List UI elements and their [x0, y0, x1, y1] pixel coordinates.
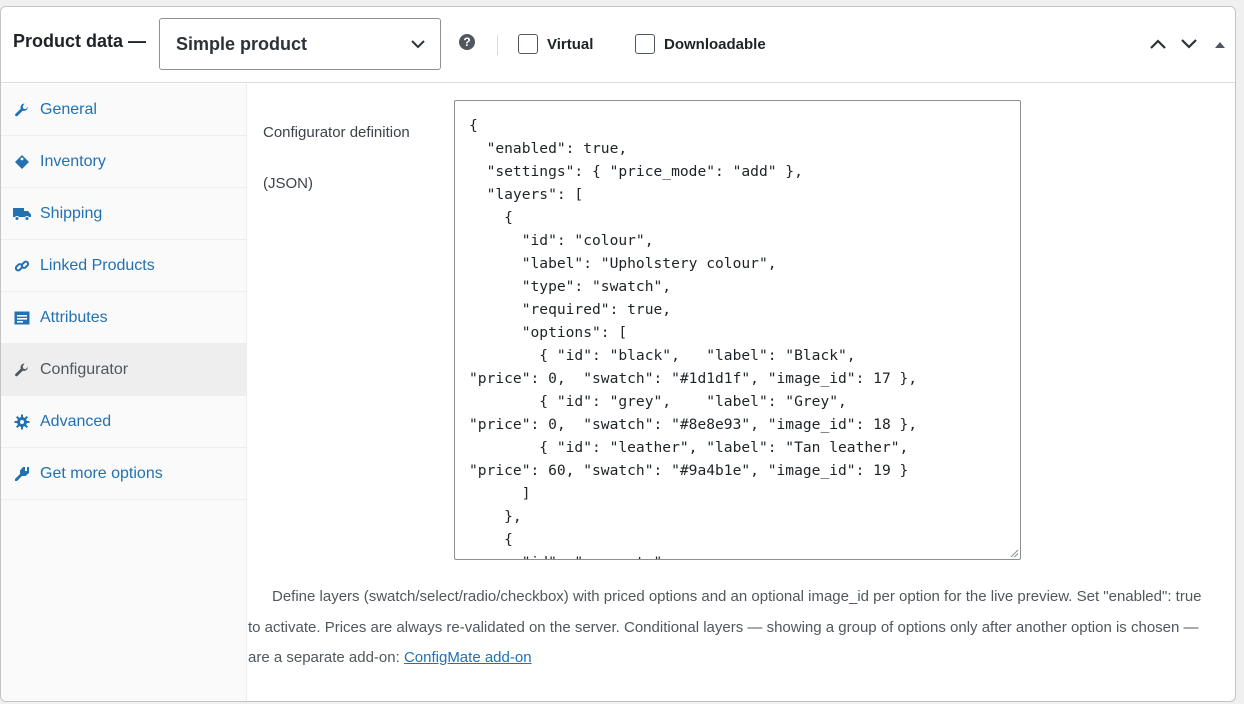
tab-linked-products[interactable]: Linked Products	[1, 240, 246, 292]
move-down-icon[interactable]	[1179, 37, 1199, 51]
tab-general[interactable]: General	[1, 84, 246, 136]
collapse-toggle-icon[interactable]	[1213, 40, 1227, 50]
product-data-tabs: General Inventory Shipping Linked Produc…	[1, 84, 247, 701]
panel-header: Product data — Simple product ? Virtual …	[1, 7, 1235, 83]
description-text: Define layers (swatch/select/radio/check…	[248, 588, 1202, 666]
product-data-panel: Product data — Simple product ? Virtual …	[0, 6, 1236, 702]
downloadable-checkbox[interactable]: Downloadable	[635, 33, 766, 55]
virtual-label: Virtual	[547, 35, 594, 53]
tab-advanced[interactable]: Advanced	[1, 396, 246, 448]
truck-icon	[13, 205, 31, 223]
configurator-field-label: Configurator definition	[263, 124, 410, 141]
downloadable-checkbox-box[interactable]	[635, 34, 655, 54]
virtual-checkbox[interactable]: Virtual	[518, 33, 593, 55]
configurator-panel: Configurator definition (JSON) { "enable…	[248, 84, 1235, 701]
tab-label: Linked Products	[40, 256, 155, 274]
wrench-icon	[13, 361, 31, 379]
list-icon	[13, 309, 31, 327]
tab-configurator[interactable]: Configurator	[1, 344, 246, 396]
tab-label: General	[40, 100, 97, 118]
virtual-checkbox-box[interactable]	[518, 34, 538, 54]
resize-handle-icon[interactable]	[1009, 548, 1019, 558]
chevron-down-icon	[411, 40, 425, 49]
configurator-field-label-suffix: (JSON)	[263, 175, 313, 192]
configmate-addon-link[interactable]: ConfigMate add-on	[404, 649, 532, 666]
wrench-icon	[13, 101, 31, 119]
configurator-json-textarea[interactable]: { "enabled": true, "settings": { "price_…	[454, 100, 1021, 560]
tab-attributes[interactable]: Attributes	[1, 292, 246, 344]
header-divider	[497, 35, 498, 55]
tab-label: Inventory	[40, 152, 106, 170]
move-up-icon[interactable]	[1148, 37, 1168, 51]
plugin-icon	[13, 465, 31, 483]
tab-get-more-options[interactable]: Get more options	[1, 448, 246, 500]
product-type-select[interactable]: Simple product	[159, 18, 441, 70]
tab-shipping[interactable]: Shipping	[1, 188, 246, 240]
tab-inventory[interactable]: Inventory	[1, 136, 246, 188]
configurator-description: Define layers (swatch/select/radio/check…	[248, 582, 1203, 674]
tab-label: Attributes	[40, 308, 108, 326]
gear-icon	[13, 413, 31, 431]
tab-label: Get more options	[40, 464, 163, 482]
product-type-value: Simple product	[176, 34, 308, 54]
help-icon[interactable]: ?	[459, 34, 475, 50]
tab-label: Advanced	[40, 412, 112, 430]
tab-label: Configurator	[40, 360, 129, 378]
configurator-json-text[interactable]: { "enabled": true, "settings": { "price_…	[455, 101, 1020, 559]
tab-label: Shipping	[40, 204, 103, 222]
link-icon	[13, 257, 31, 275]
tag-icon	[13, 153, 31, 171]
downloadable-label: Downloadable	[664, 35, 766, 53]
panel-title: Product data —	[13, 31, 147, 51]
